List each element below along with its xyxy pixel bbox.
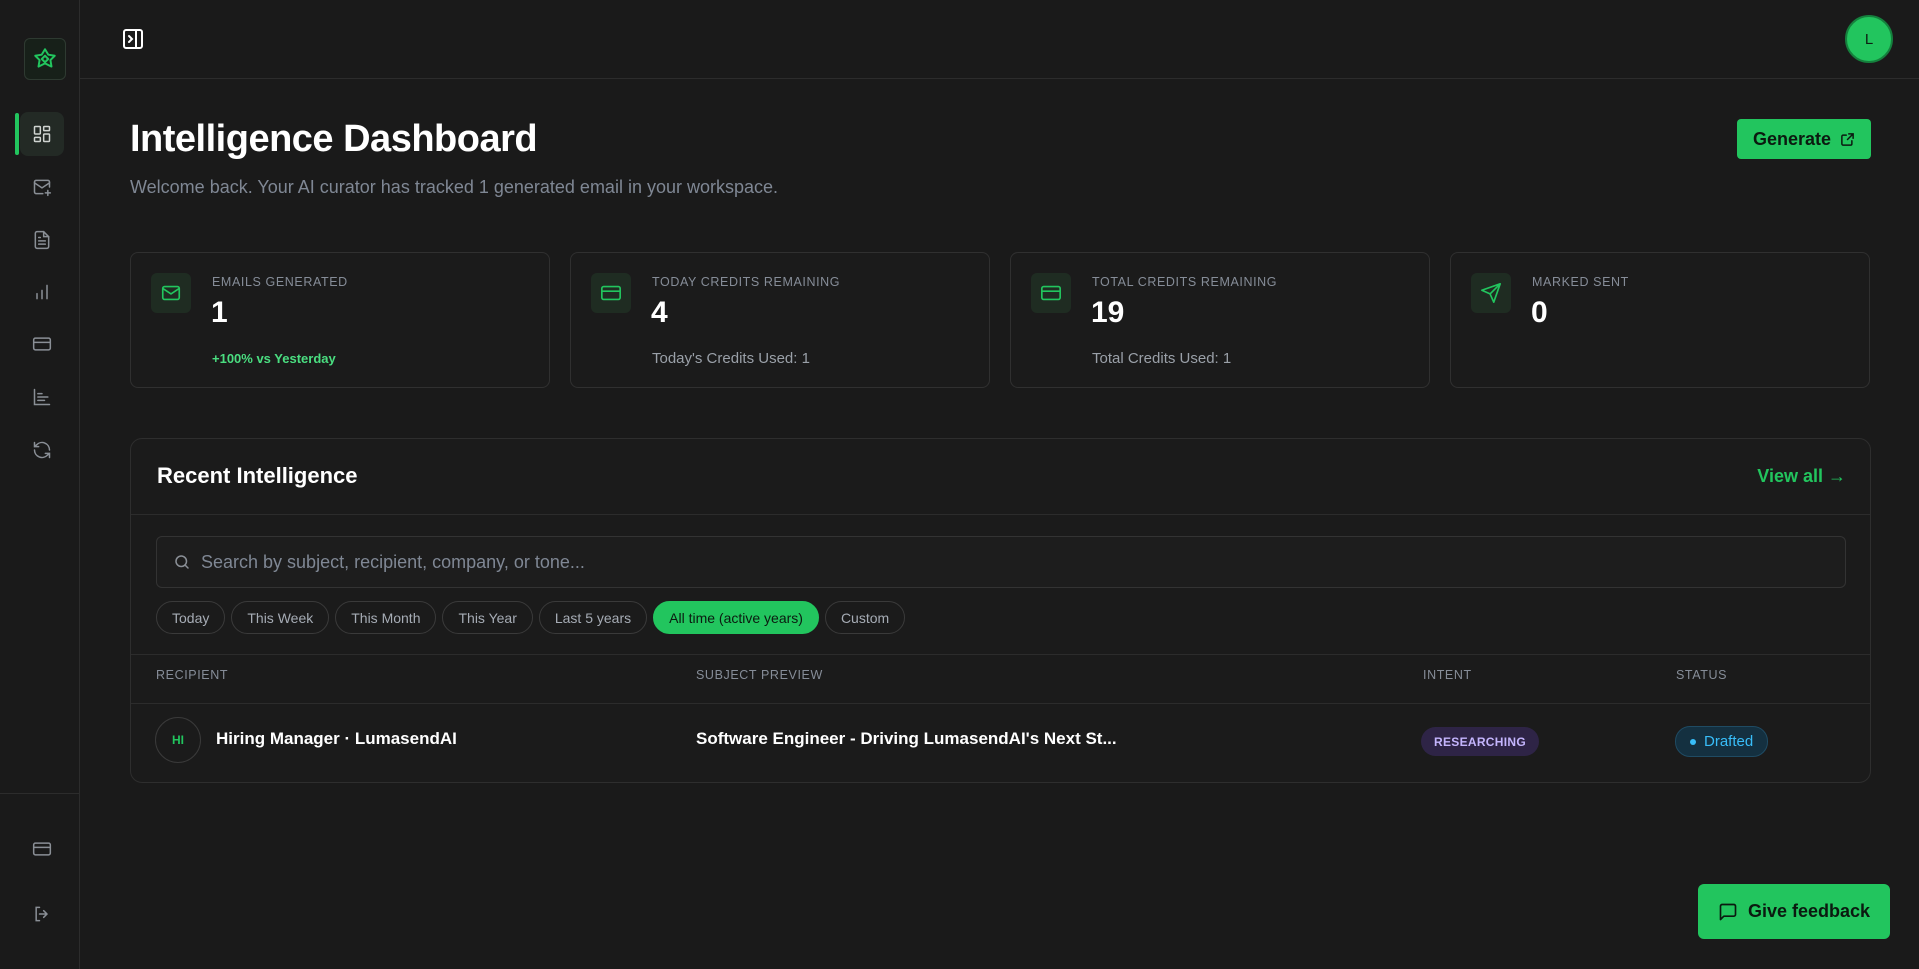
app-logo[interactable] [24,38,66,80]
credit-card-icon [32,337,52,351]
stat-value: 1 [211,296,228,329]
search-box [156,536,1846,588]
dashboard-icon [33,125,51,143]
status-label: Drafted [1704,733,1754,750]
filter-all-time[interactable]: All time (active years) [653,601,819,634]
sidebar-item-documents[interactable] [20,218,64,262]
feedback-label: Give feedback [1747,901,1871,921]
stat-card-today-credits: TODAY CREDITS REMAINING 4 Today's Credit… [570,252,990,388]
credit-card-icon [1031,273,1071,313]
search-input[interactable] [201,537,1821,587]
intent-badge: RESEARCHING [1421,727,1539,756]
sidebar-item-dashboard[interactable] [20,112,64,156]
filter-this-year[interactable]: This Year [442,601,533,634]
stat-card-marked-sent: MARKED SENT 0 [1450,252,1870,388]
sidebar-item-credits[interactable] [20,827,64,871]
divider [131,514,1870,515]
send-icon [1471,273,1511,313]
sidebar-item-reports[interactable] [20,375,64,419]
generate-button[interactable]: Generate [1737,119,1871,159]
column-header-intent: INTENT [1423,668,1472,682]
sidebar-item-sync[interactable] [20,428,64,472]
filter-this-week[interactable]: This Week [231,601,330,634]
date-filter-group: Today This Week This Month This Year Las… [156,601,906,634]
sidebar-item-billing[interactable] [20,322,64,366]
filter-this-month[interactable]: This Month [335,601,437,634]
recipient-avatar: HI [155,717,201,763]
page-title: Intelligence Dashboard [130,118,538,160]
stat-value: 19 [1091,296,1125,329]
credit-card-icon [32,842,52,856]
recent-intelligence-panel: Recent Intelligence View all → Today Thi… [130,438,1871,783]
filter-today[interactable]: Today [156,601,226,634]
stat-sub: Total Credits Used: 1 [1092,350,1232,367]
document-icon [34,230,50,250]
mail-icon [151,273,191,313]
column-header-subject: SUBJECT PREVIEW [696,668,823,682]
stat-label: TODAY CREDITS REMAINING [652,275,841,289]
search-icon [175,555,189,569]
view-all-link[interactable]: View all → [1757,466,1846,487]
bar-chart-icon [36,284,48,300]
stat-label: EMAILS GENERATED [212,275,348,289]
stat-value: 0 [1531,296,1548,329]
top-bar: L [80,0,1919,79]
filter-custom[interactable]: Custom [824,601,906,634]
stat-value: 4 [651,296,668,329]
status-dot [1690,738,1696,745]
stat-label: TOTAL CREDITS REMAINING [1092,275,1278,289]
logo-icon [34,48,56,68]
panel-title: Recent Intelligence [157,463,358,488]
nav-active-indicator [15,113,19,155]
filter-last-5-years[interactable]: Last 5 years [538,601,648,634]
mail-plus-icon [33,179,52,197]
chat-icon [1719,903,1737,920]
credit-card-icon [591,273,631,313]
divider [131,703,1870,704]
sidebar-toggle-button[interactable] [120,26,146,52]
sidebar-toggle-icon [123,29,143,49]
stat-card-total-credits: TOTAL CREDITS REMAINING 19 Total Credits… [1010,252,1430,388]
column-header-status: STATUS [1676,668,1728,682]
sidebar [0,0,80,969]
stat-change: +100% vs Yesterday [212,351,336,366]
sidebar-item-compose[interactable] [20,165,64,209]
status-badge: Drafted [1675,726,1769,757]
stat-card-emails-generated: EMAILS GENERATED 1 +100% vs Yesterday [130,252,550,388]
sidebar-divider [0,793,80,794]
recipient-name: Hiring Manager · LumasendAI [216,729,457,748]
subject-preview: Software Engineer - Driving LumasendAI's… [696,729,1117,748]
generate-label: Generate [1752,128,1832,149]
sidebar-item-analytics[interactable] [20,270,64,314]
chart-icon [33,388,51,406]
stat-sub: Today's Credits Used: 1 [652,350,810,367]
column-header-recipient: RECIPIENT [156,668,229,682]
page-subtitle: Welcome back. Your AI curator has tracke… [130,177,779,197]
user-avatar[interactable]: L [1845,15,1893,63]
divider [131,654,1870,655]
stat-label: MARKED SENT [1532,275,1629,289]
sidebar-item-logout[interactable] [20,892,64,936]
give-feedback-button[interactable]: Give feedback [1698,884,1890,939]
logout-icon [35,906,49,922]
external-link-icon [1841,132,1854,146]
refresh-icon [33,441,51,459]
